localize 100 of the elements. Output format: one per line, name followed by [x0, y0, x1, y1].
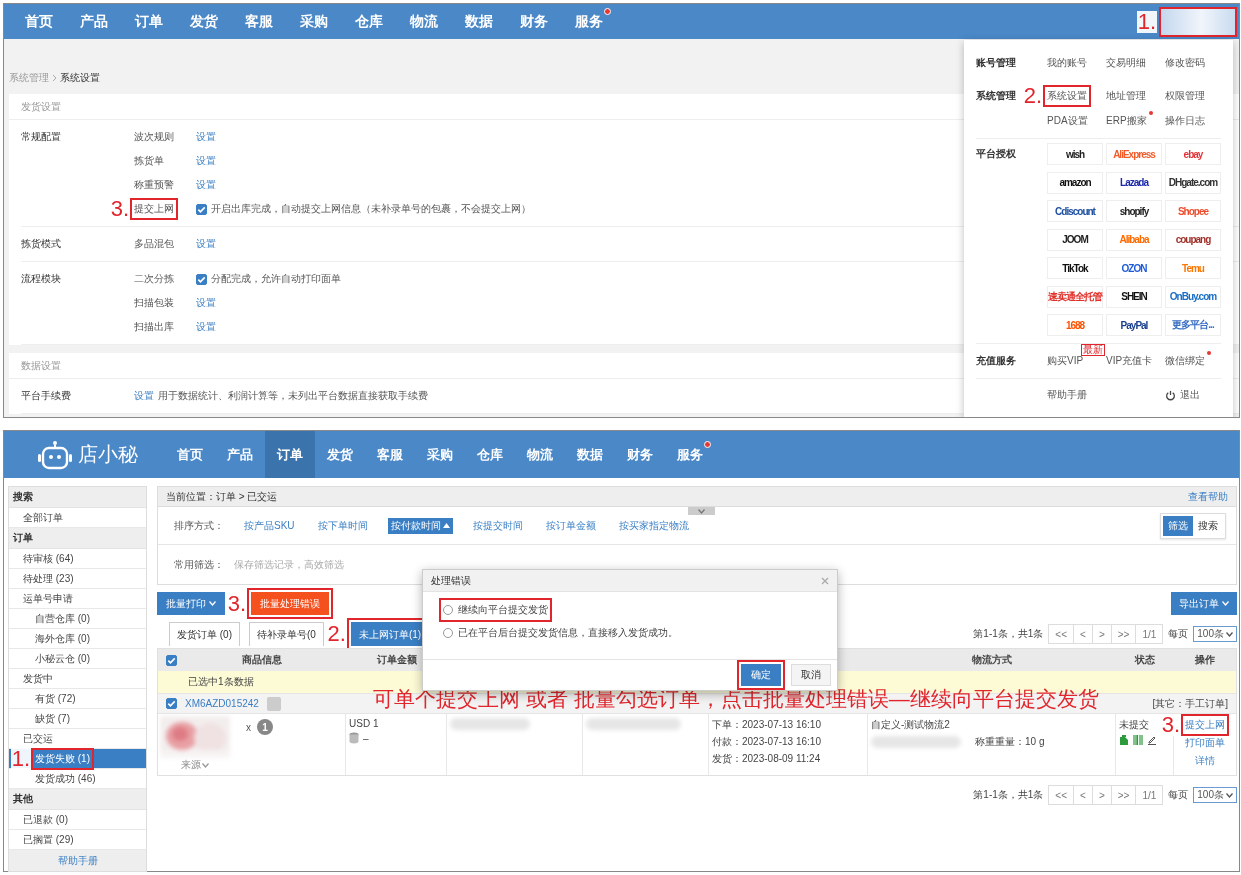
per-page-select[interactable]: 100条: [1193, 787, 1237, 803]
platform-logo[interactable]: 速卖通全托管: [1047, 285, 1103, 308]
sidebar-link[interactable]: 有货 (72): [35, 691, 76, 706]
nav-item[interactable]: 采购: [300, 12, 328, 31]
platform-logo[interactable]: TikTok: [1047, 257, 1103, 279]
sidebar-link[interactable]: 海外仓库 (0): [35, 631, 90, 646]
sidebar-link[interactable]: 发货中: [23, 671, 53, 686]
page-button[interactable]: >>: [1111, 786, 1137, 804]
nav-item[interactable]: 物流: [515, 431, 565, 478]
collapse-toggle[interactable]: [688, 507, 715, 515]
platform-logo[interactable]: Temu: [1165, 257, 1221, 279]
nav-item[interactable]: 产品: [80, 12, 108, 31]
radio-option[interactable]: 已在平台后台提交发货信息，直接移入发货成功。: [443, 625, 678, 641]
menu-item[interactable]: 我的账号: [1047, 55, 1087, 70]
sidebar-link[interactable]: 运单号申请: [23, 591, 73, 606]
platform-logo[interactable]: AliExpress: [1106, 143, 1162, 165]
sort-option[interactable]: 按下单时间: [314, 517, 371, 534]
source-dropdown[interactable]: 来源: [181, 758, 209, 772]
nav-item[interactable]: 财务: [615, 431, 665, 478]
nav-item[interactable]: 仓库: [465, 431, 515, 478]
menu-item[interactable]: 购买VIP: [1047, 354, 1084, 368]
checkbox[interactable]: [196, 203, 207, 215]
settings-link[interactable]: 设置: [196, 130, 216, 144]
export-button[interactable]: 导出订单: [1171, 592, 1237, 615]
menu-item[interactable]: 修改密码: [1165, 55, 1205, 70]
redacted-avatar[interactable]: [1161, 8, 1235, 35]
help-link[interactable]: 查看帮助: [1188, 489, 1228, 504]
platform-logo[interactable]: coupang: [1165, 228, 1221, 251]
platform-logo[interactable]: Alibaba: [1106, 228, 1162, 251]
help-link[interactable]: 帮助手册: [9, 850, 146, 871]
action-button[interactable]: 批量打印: [157, 592, 225, 615]
nav-item[interactable]: 订单: [265, 431, 315, 478]
platform-logo[interactable]: SHEIN: [1106, 285, 1162, 308]
sidebar-link[interactable]: 已搁置 (29): [23, 832, 74, 847]
nav-item[interactable]: 客服: [365, 431, 415, 478]
sidebar-link[interactable]: 自营仓库 (0): [35, 611, 90, 626]
sidebar-link[interactable]: 全部订单: [23, 510, 63, 525]
platform-logo[interactable]: 1688: [1047, 314, 1103, 336]
logout-link[interactable]: 退出: [1165, 388, 1200, 402]
menu-item[interactable]: 微信绑定: [1165, 354, 1205, 368]
settings-link[interactable]: 设置: [196, 320, 216, 334]
platform-logo[interactable]: shopify: [1106, 200, 1162, 222]
platform-logo[interactable]: ebay: [1165, 143, 1221, 165]
sidebar-item[interactable]: 1. 发货失败 (1): [9, 749, 146, 769]
platform-logo[interactable]: Lazada: [1106, 171, 1162, 194]
nav-item[interactable]: 首页: [25, 12, 53, 31]
menu-item[interactable]: 交易明细: [1106, 55, 1146, 70]
nav-item[interactable]: 物流: [410, 12, 438, 31]
platform-logo[interactable]: 更多平台...: [1165, 314, 1221, 336]
page-button[interactable]: <: [1074, 786, 1093, 804]
nav-item[interactable]: 数据: [565, 431, 615, 478]
checkbox[interactable]: [166, 698, 177, 709]
page-button[interactable]: <: [1074, 625, 1093, 643]
page-button[interactable]: <<: [1049, 625, 1075, 643]
platform-logo[interactable]: wish: [1047, 143, 1103, 165]
platform-logo[interactable]: JOOM: [1047, 228, 1103, 251]
per-page-select[interactable]: 100条: [1193, 626, 1237, 642]
tab[interactable]: 发货订单 (0): [169, 622, 240, 646]
page-button[interactable]: >: [1092, 786, 1112, 804]
nav-item[interactable]: 数据: [465, 12, 493, 31]
sidebar-link[interactable]: 发货成功 (46): [35, 771, 96, 786]
nav-item[interactable]: 服务: [665, 431, 715, 478]
sort-option[interactable]: 按提交时间: [469, 517, 526, 534]
sidebar-link[interactable]: 已退款 (0): [23, 812, 68, 827]
page-button[interactable]: <<: [1049, 786, 1075, 804]
nav-item[interactable]: 财务: [520, 12, 548, 31]
sort-option[interactable]: 按买家指定物流: [615, 517, 692, 534]
sidebar-link[interactable]: 小秘云仓 (0): [35, 651, 90, 666]
sort-option[interactable]: 按付款时间: [387, 517, 453, 534]
nav-item[interactable]: 订单: [135, 12, 163, 31]
breadcrumb-link[interactable]: 系统管理: [9, 71, 49, 85]
nav-item[interactable]: 发货: [315, 431, 365, 478]
toggle-option[interactable]: 筛选: [1163, 515, 1193, 536]
menu-item[interactable]: VIP充值卡: [1106, 354, 1153, 368]
sidebar-link[interactable]: 已交运: [23, 731, 53, 746]
nav-item[interactable]: 仓库: [355, 12, 383, 31]
menu-item[interactable]: 帮助手册: [1047, 388, 1087, 402]
platform-logo[interactable]: amazon: [1047, 171, 1103, 194]
page-button[interactable]: >>: [1111, 625, 1137, 643]
tab[interactable]: 待补录单号(0: [249, 622, 324, 646]
sort-option[interactable]: 按产品SKU: [241, 517, 298, 534]
operation-link[interactable]: 打印面单: [1185, 736, 1225, 750]
platform-logo[interactable]: DHgate.com: [1165, 171, 1221, 194]
settings-link[interactable]: 设置: [196, 178, 216, 192]
sort-option[interactable]: 按订单金额: [542, 517, 599, 534]
checkbox[interactable]: [196, 273, 207, 285]
nav-item[interactable]: 采购: [415, 431, 465, 478]
checkbox[interactable]: [166, 654, 177, 666]
platform-logo[interactable]: OZON: [1106, 257, 1162, 279]
platform-logo[interactable]: PayPal: [1106, 314, 1162, 336]
page-button[interactable]: >: [1092, 625, 1112, 643]
sidebar-link[interactable]: 待审核 (64): [23, 551, 74, 566]
nav-item[interactable]: 服务: [575, 12, 603, 31]
settings-link[interactable]: 设置: [134, 389, 154, 403]
radio-option[interactable]: 继续向平台提交发货: [443, 602, 548, 618]
nav-item[interactable]: 客服: [245, 12, 273, 31]
settings-link[interactable]: 设置: [196, 296, 216, 310]
operation-link[interactable]: 详情: [1195, 754, 1215, 768]
platform-logo[interactable]: OnBuy.com: [1165, 285, 1221, 308]
order-number-link[interactable]: XM6AZD015242: [185, 698, 259, 709]
